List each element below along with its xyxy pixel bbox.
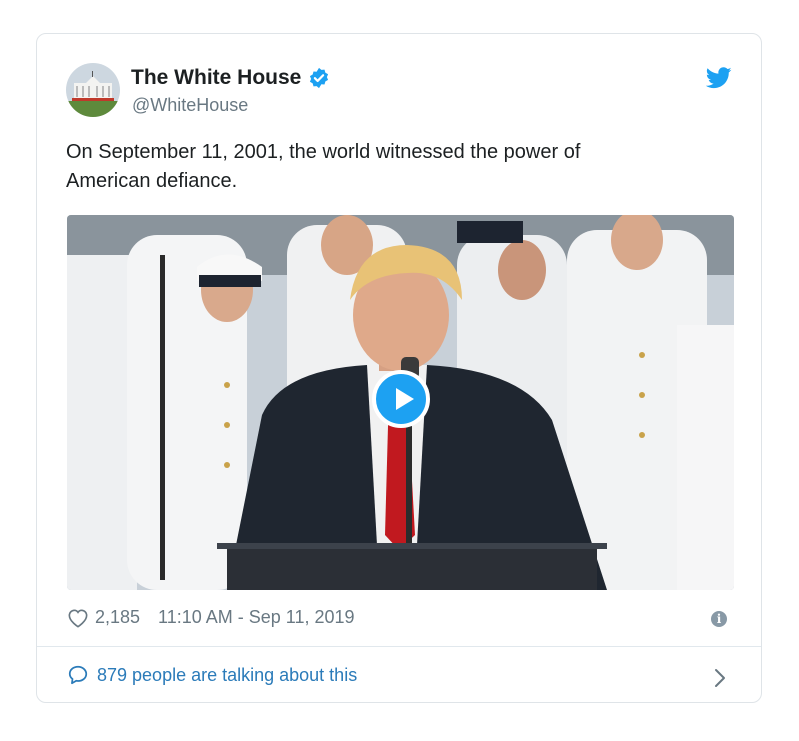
verified-badge-icon <box>310 67 329 89</box>
tweet-card[interactable]: The White House @WhiteHouse On September… <box>36 33 762 703</box>
divider <box>37 646 761 647</box>
avatar[interactable] <box>66 63 120 117</box>
author-name[interactable]: The White House <box>131 66 330 90</box>
white-house-avatar-image <box>66 63 120 117</box>
tweet-timestamp[interactable]: 11:10 AM - Sep 11, 2019 <box>158 607 354 628</box>
author-handle[interactable]: @WhiteHouse <box>132 95 248 116</box>
author-name-text: The White House <box>131 66 302 89</box>
heart-icon[interactable] <box>67 608 89 628</box>
info-icon[interactable] <box>711 611 727 627</box>
speech-bubble-icon <box>68 665 88 685</box>
conversation-link[interactable]: 879 people are talking about this <box>67 664 357 686</box>
conversation-text: 879 people are talking about this <box>97 664 358 685</box>
tweet-text: On September 11, 2001, the world witness… <box>66 141 581 192</box>
tweet-meta: 2,185 11:10 AM - Sep 11, 2019 <box>67 607 355 628</box>
twitter-bird-icon[interactable] <box>706 67 732 89</box>
video-player[interactable] <box>67 215 734 590</box>
like-count[interactable]: 2,185 <box>95 607 140 628</box>
chevron-right-icon[interactable] <box>713 667 727 689</box>
play-icon[interactable] <box>372 370 430 428</box>
